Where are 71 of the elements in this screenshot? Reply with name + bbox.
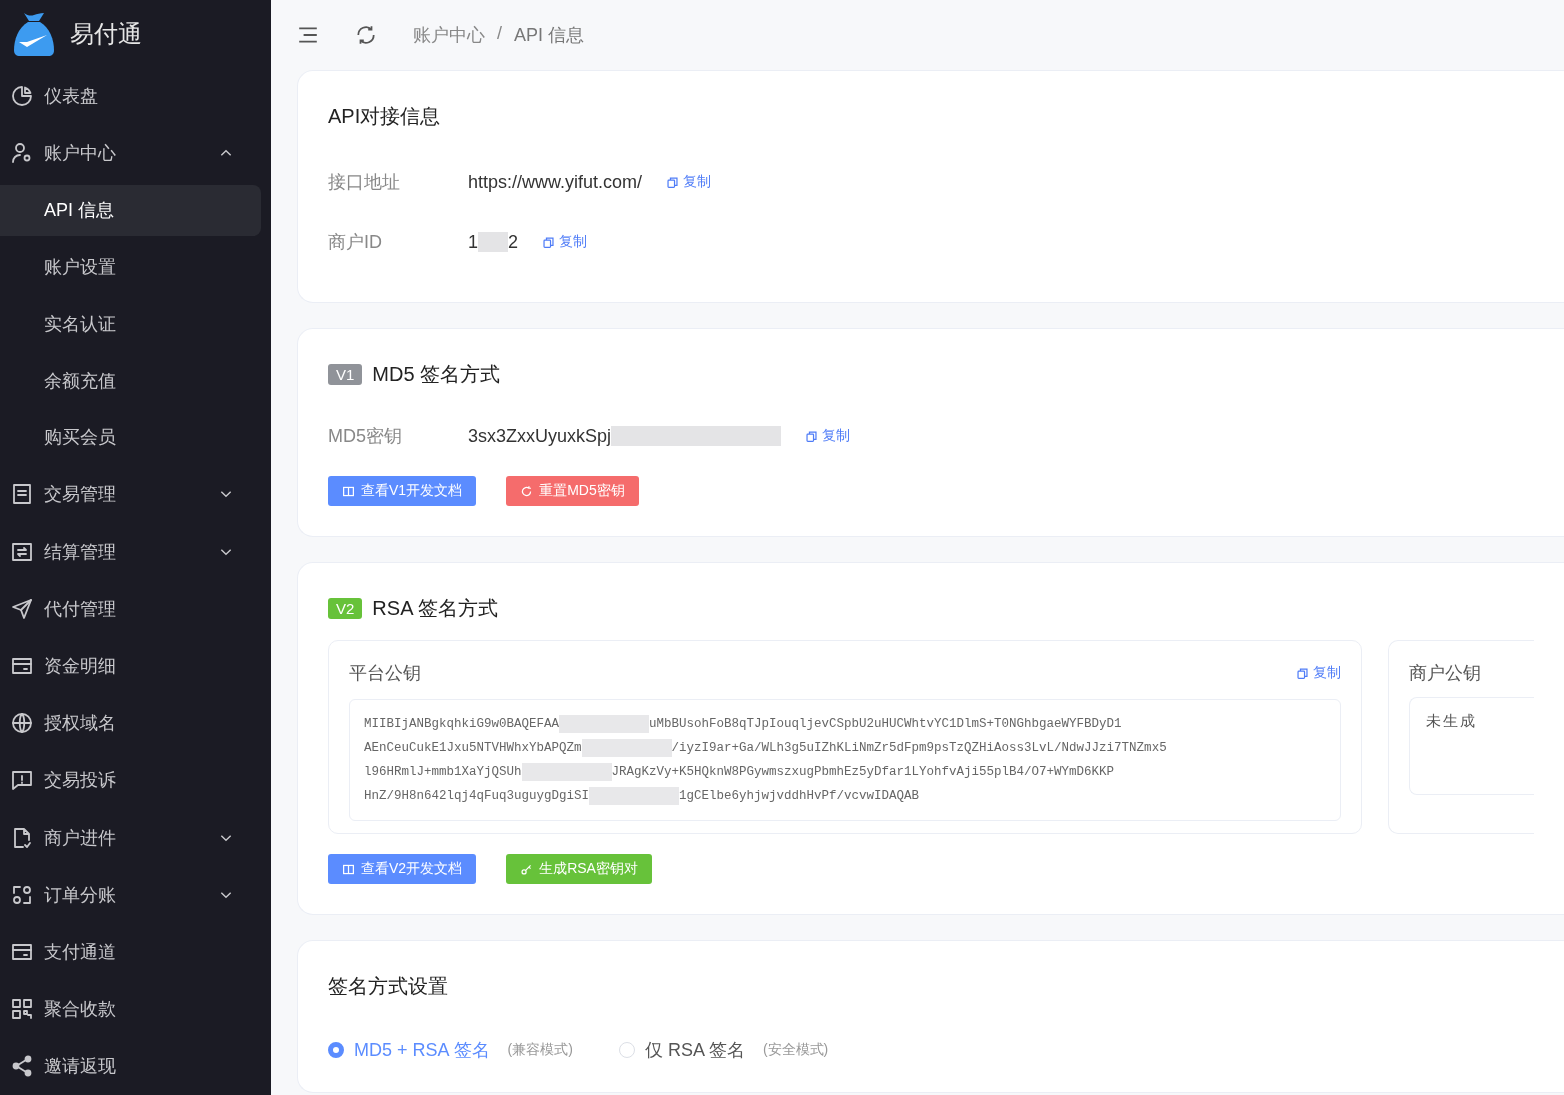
sidebar-item[interactable]: 邀请返现 <box>0 1037 271 1095</box>
key-text: l96HRmlJ+mmb1XaYjQSUh <box>364 764 522 781</box>
radio-button[interactable] <box>328 1042 344 1058</box>
key-status-text: 未生成 <box>1426 712 1477 729</box>
book-icon <box>342 484 355 498</box>
sidebar-subitem[interactable]: 购买会员 <box>0 411 261 464</box>
field-value: 2 <box>508 231 519 253</box>
breadcrumb-item: API 信息 <box>514 24 585 47</box>
field-label: 商户ID <box>328 231 383 254</box>
sidebar-item[interactable]: 账户中心 <box>0 124 271 183</box>
sidebar-item[interactable]: 交易管理 <box>0 465 271 523</box>
field-value: https://www.yifut.com/ <box>468 171 643 193</box>
copy-button[interactable]: 复制 <box>542 233 588 251</box>
copy-button[interactable]: 复制 <box>805 427 851 445</box>
card-title: 签名方式设置 <box>328 974 449 999</box>
paper-plane-icon <box>10 596 34 621</box>
sidebar-item[interactable]: 商户进件 <box>0 808 271 867</box>
alert-message-icon <box>10 768 34 793</box>
field-value: 3sx3ZxxUyuxkSpj <box>468 425 612 447</box>
sidebar-subitem[interactable]: API 信息 <box>0 184 261 237</box>
key-text: 1gCElbe6yhjwjvddhHvPf/vcvwIDAQAB <box>679 788 920 805</box>
sidebar-subitem[interactable]: 实名认证 <box>0 298 261 350</box>
brand-name: 易付通 <box>70 18 142 49</box>
copy-icon <box>1296 666 1309 680</box>
key-text: HnZ/9H8n642lqj4qFuq3uguygDgiSI <box>364 788 590 805</box>
panel-title: 商户公钥 <box>1409 663 1481 683</box>
version-badge: V1 <box>328 364 363 385</box>
card-title: RSA 签名方式 <box>372 596 498 621</box>
sidebar-item[interactable]: 支付通道 <box>0 923 271 981</box>
field-label: MD5密钥 <box>328 425 403 448</box>
copy-icon <box>805 429 819 443</box>
radio-option[interactable]: 仅 RSA 签名 (安全模式) <box>618 1038 829 1062</box>
pie-chart-icon <box>10 84 34 109</box>
document-icon <box>10 482 34 507</box>
sidebar-item[interactable]: 资金明细 <box>0 637 271 695</box>
radio-note: (兼容模式) <box>507 1041 573 1059</box>
sidebar-subitem[interactable]: 余额充值 <box>0 354 261 407</box>
sidebar-item[interactable]: 订单分账 <box>0 866 271 924</box>
key-text: MIIBIjANBgkqhkiG9w0BAQEFAA <box>364 716 560 733</box>
sidebar-item[interactable]: 交易投诉 <box>0 751 271 809</box>
sidebar-subitem[interactable]: 账户设置 <box>0 241 261 294</box>
version-badge: V2 <box>328 598 363 619</box>
key-text: uMbBUsohFoB8qTJpIouqljevCSpbU2uHUCWhtvYC1DlmS+T0NGhbgaeWYFBDyD1 <box>649 716 1122 733</box>
card-title: API对接信息 <box>328 104 442 129</box>
radio-label: MD5 + RSA 签名 <box>354 1039 490 1062</box>
book-icon <box>342 862 355 876</box>
copy-button[interactable]: 复制 <box>666 173 712 191</box>
share-icon <box>10 1054 34 1079</box>
field-label: 接口地址 <box>328 171 401 194</box>
radio-label: 仅 RSA 签名 <box>644 1039 745 1062</box>
refresh-icon[interactable] <box>355 24 377 46</box>
radio-note: (安全模式) <box>762 1041 829 1059</box>
qr-code-icon <box>10 997 34 1022</box>
sidebar-item[interactable]: 授权域名 <box>0 694 271 752</box>
copy-icon <box>666 175 680 189</box>
key-icon <box>520 862 534 876</box>
panel-title: 平台公钥 <box>349 662 421 685</box>
card-title: MD5 签名方式 <box>372 362 501 387</box>
field-value: 1 <box>468 231 478 253</box>
key-text: AEnCeuCukE1Jxu5NTVHWhxYbAPQZm <box>364 740 582 757</box>
copy-button[interactable]: 复制 <box>1296 664 1341 682</box>
globe-icon <box>10 711 34 736</box>
breadcrumb-separator: / <box>497 23 502 45</box>
sidebar-item[interactable]: 仪表盘 <box>0 67 271 125</box>
sidebar-item[interactable]: 结算管理 <box>0 522 271 581</box>
refresh-icon <box>520 484 534 498</box>
key-text: JRAgKzVy+K5HQknW8PGywmszxugPbmhEz5yDfar1LYohfvAji55plB4/O7+WYmD6KKP <box>611 764 1115 781</box>
sidebar-item[interactable]: 代付管理 <box>0 580 271 638</box>
key-text: /iyzI9ar+Ga/WLh3g5uIZhKLiNmZr5dFpm9psTzQZHiAoss3LvL/NdwJJzi7TNZmx5 <box>671 740 1167 757</box>
copy-icon <box>542 235 556 249</box>
sidebar-item[interactable]: 聚合收款 <box>0 980 271 1038</box>
